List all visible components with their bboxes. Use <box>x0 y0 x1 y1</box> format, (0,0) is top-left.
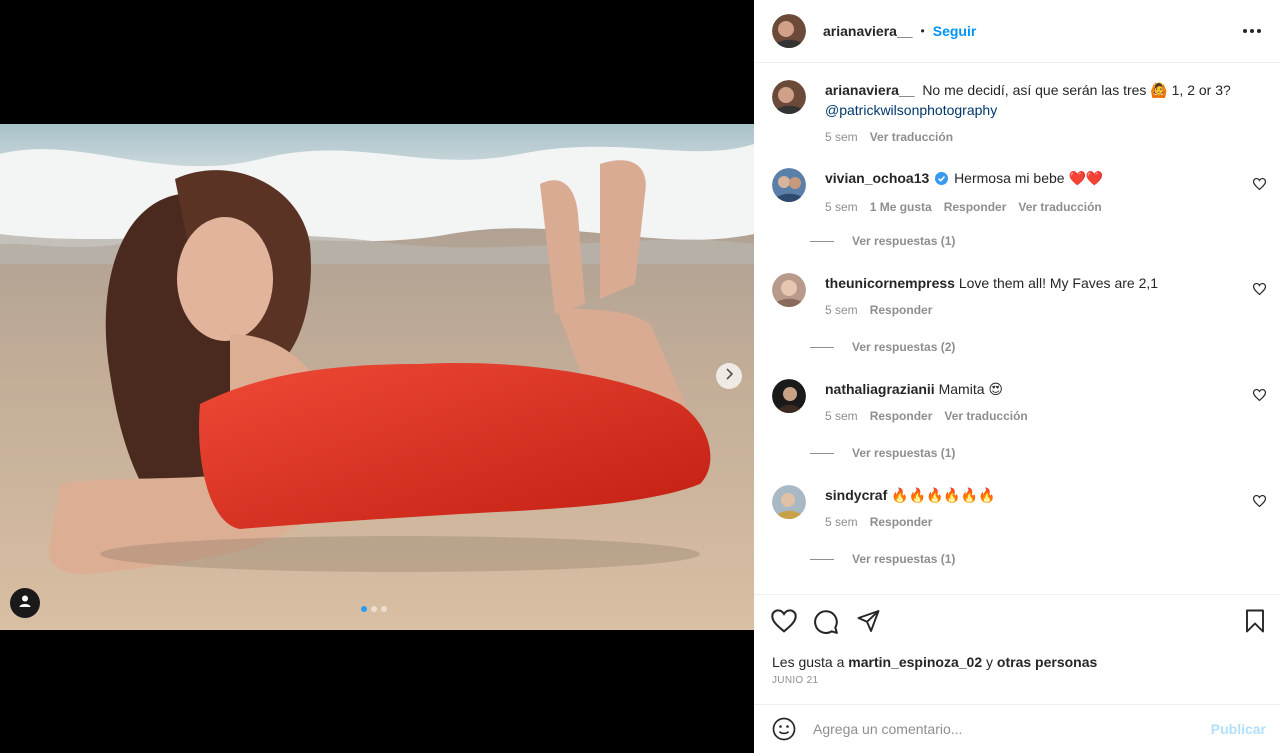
view-replies-button[interactable]: Ver respuestas (1) <box>810 234 955 248</box>
caption-text: No me decidí, así que serán las tres 🙆 1… <box>922 82 1231 98</box>
comment-username[interactable]: nathaliagrazianii <box>825 381 935 397</box>
verified-badge-icon <box>935 170 949 190</box>
emoji-icon[interactable] <box>772 717 796 741</box>
comment-username[interactable]: vivian_ochoa13 <box>825 170 929 186</box>
comment-body: nathaliagrazianii Mamita 😍 5 sem Respond… <box>825 379 1238 426</box>
view-replies-label: Ver respuestas (1) <box>852 552 956 566</box>
share-icon[interactable] <box>856 609 881 638</box>
comments-list[interactable]: arianaviera__ No me decidí, así que será… <box>754 64 1280 594</box>
translate-button[interactable]: Ver traducción <box>1018 197 1101 217</box>
comment-meta: 5 sem Responder <box>825 300 1238 320</box>
comment-text: Hermosa mi bebe ❤️❤️ <box>954 170 1104 186</box>
replies-divider-line <box>810 558 834 560</box>
view-replies-button[interactable]: Ver respuestas (1) <box>810 552 955 566</box>
replies-divider-line <box>810 240 834 242</box>
comment-meta: 5 sem 1 Me gusta Responder Ver traducció… <box>825 197 1238 217</box>
heart-icon[interactable] <box>771 609 797 638</box>
commenter-avatar[interactable] <box>772 485 806 519</box>
translate-button[interactable]: Ver traducción <box>944 406 1027 426</box>
comment-likes-count[interactable]: 1 Me gusta <box>870 197 932 217</box>
comment-like-heart-icon[interactable] <box>1252 388 1267 406</box>
view-replies-label: Ver respuestas (1) <box>852 234 956 248</box>
carousel-dot <box>371 606 377 612</box>
comment-time[interactable]: 5 sem <box>825 300 858 320</box>
post-header: arianaviera__ • Seguir <box>754 0 1280 63</box>
replies-divider-line <box>810 346 834 348</box>
caption-avatar[interactable] <box>772 80 806 114</box>
post-actions: Les gusta a martin_espinoza_02 y otras p… <box>754 594 1280 704</box>
action-icons <box>771 609 1266 637</box>
carousel-dot-active <box>361 606 367 612</box>
view-replies-button[interactable]: Ver respuestas (1) <box>810 446 955 460</box>
caption-body: arianaviera__ No me decidí, así que será… <box>825 80 1238 147</box>
view-replies-button[interactable]: Ver respuestas (2) <box>810 340 955 354</box>
view-replies-label: Ver respuestas (1) <box>852 446 956 460</box>
user-tags-button[interactable] <box>10 588 40 618</box>
carousel-dot <box>381 606 387 612</box>
comment-time[interactable]: 5 sem <box>825 512 858 532</box>
commenter-avatar[interactable] <box>772 168 806 202</box>
chevron-right-icon <box>724 367 734 385</box>
caption-username[interactable]: arianaviera__ <box>825 82 915 98</box>
comment-like-heart-icon[interactable] <box>1252 177 1267 195</box>
post-photo[interactable] <box>0 124 754 630</box>
caption-time[interactable]: 5 sem <box>825 127 858 147</box>
comment-body: sindycraf 🔥🔥🔥🔥🔥🔥 5 sem Responder <box>825 485 1238 532</box>
comment-input[interactable] <box>813 721 1211 737</box>
reply-button[interactable]: Responder <box>870 406 933 426</box>
bookmark-icon[interactable] <box>1244 609 1266 638</box>
comment-text: Love them all! My Faves are 2,1 <box>958 275 1159 291</box>
author-avatar[interactable] <box>772 14 806 48</box>
replies-divider-line <box>810 452 834 454</box>
comment-time[interactable]: 5 sem <box>825 197 858 217</box>
author-username[interactable]: arianaviera__ <box>823 23 913 39</box>
header-separator: • <box>920 24 925 38</box>
reply-button[interactable]: Responder <box>870 300 933 320</box>
comment-like-heart-icon[interactable] <box>1252 494 1267 512</box>
next-slide-button[interactable] <box>716 363 742 389</box>
publish-button[interactable]: Publicar <box>1211 721 1266 737</box>
comment-text: Mamita 😍 <box>938 381 1003 397</box>
view-replies-label: Ver respuestas (2) <box>852 340 956 354</box>
post-side-panel: arianaviera__ • Seguir arianaviera__ No … <box>754 0 1280 753</box>
commenter-avatar[interactable] <box>772 379 806 413</box>
user-tag-icon <box>18 594 32 613</box>
comment-body: vivian_ochoa13 Hermosa mi bebe ❤️❤️ 5 se… <box>825 168 1238 217</box>
add-comment-bar: Publicar <box>754 704 1280 753</box>
caption-meta: 5 sem Ver traducción <box>825 127 1238 147</box>
commenter-avatar[interactable] <box>772 273 806 307</box>
likes-mid: y <box>986 654 994 670</box>
media-pane <box>0 0 754 753</box>
comment-meta: 5 sem Responder <box>825 512 1238 532</box>
likes-prefix: Les gusta a <box>772 654 845 670</box>
comment-meta: 5 sem Responder Ver traducción <box>825 406 1238 426</box>
comment-like-heart-icon[interactable] <box>1252 282 1267 300</box>
reply-button[interactable]: Responder <box>944 197 1007 217</box>
comment-body: theunicornempress Love them all! My Fave… <box>825 273 1238 320</box>
likes-others-link[interactable]: otras personas <box>997 654 1097 670</box>
caption-translate-button[interactable]: Ver traducción <box>870 127 953 147</box>
comment-text: 🔥🔥🔥🔥🔥🔥 <box>891 487 996 503</box>
comment-username[interactable]: theunicornempress <box>825 275 955 291</box>
likes-user-link[interactable]: martin_espinoza_02 <box>848 654 982 670</box>
likes-summary: Les gusta a martin_espinoza_02 y otras p… <box>772 654 1097 670</box>
caption-mention[interactable]: @patrickwilsonphotography <box>825 102 997 118</box>
more-options-icon[interactable] <box>1242 28 1262 34</box>
reply-button[interactable]: Responder <box>870 512 933 532</box>
follow-button[interactable]: Seguir <box>933 23 977 39</box>
post-date[interactable]: JUNIO 21 <box>772 675 818 686</box>
comment-time[interactable]: 5 sem <box>825 406 858 426</box>
comment-username[interactable]: sindycraf <box>825 487 887 503</box>
carousel-indicator <box>361 606 387 612</box>
comment-icon[interactable] <box>813 609 839 640</box>
